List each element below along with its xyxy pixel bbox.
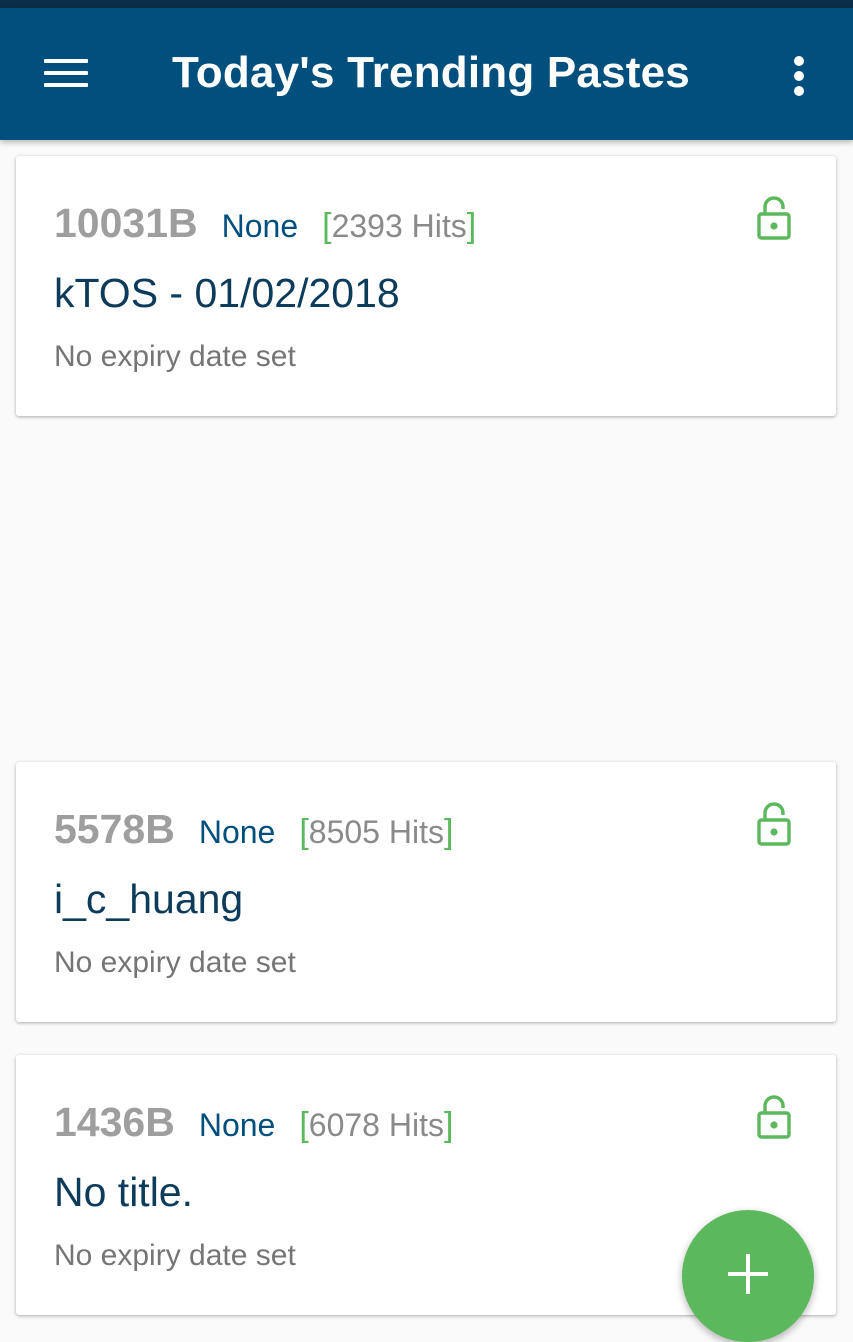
more-vert-icon[interactable] <box>784 52 816 102</box>
paste-hits: 8505 Hits <box>308 814 444 850</box>
plus-icon-stroke <box>746 1254 750 1294</box>
add-paste-button[interactable] <box>682 1210 814 1342</box>
paste-meta-row: 5578B None [8505 Hits] <box>54 806 453 856</box>
app-bar: Today's Trending Pastes <box>0 8 853 140</box>
paste-expiry: No expiry date set <box>54 1239 296 1272</box>
unlocked-padlock-icon <box>757 1095 791 1139</box>
paste-syntax: None <box>198 1107 276 1143</box>
unlocked-padlock-icon <box>757 196 791 240</box>
paste-title: No title. <box>54 1169 193 1215</box>
paste-size: 1436B <box>54 1099 175 1145</box>
paste-meta-row: 10031B None [2393 Hits] <box>54 200 476 250</box>
hits-bracket-open: [ <box>299 813 309 851</box>
paste-expiry: No expiry date set <box>54 340 296 373</box>
paste-size: 10031B <box>54 200 198 246</box>
hits-bracket-open: [ <box>299 1106 309 1144</box>
hits-bracket-close: ] <box>466 207 477 245</box>
paste-hits: 2393 Hits <box>331 208 467 244</box>
paste-syntax: None <box>198 814 276 850</box>
paste-title: kTOS - 01/02/2018 <box>54 270 400 316</box>
paste-card[interactable]: 10031B None [2393 Hits] kTOS - 01/02/201… <box>16 156 836 416</box>
status-bar <box>0 0 853 8</box>
hits-bracket-close: ] <box>443 1106 454 1144</box>
page-title: Today's Trending Pastes <box>172 48 690 97</box>
paste-size: 5578B <box>54 806 175 852</box>
hamburger-menu-icon[interactable] <box>42 56 90 92</box>
paste-syntax: None <box>221 208 299 244</box>
unlocked-padlock-icon <box>757 802 791 846</box>
paste-title: i_c_huang <box>54 876 244 922</box>
hits-bracket-close: ] <box>443 813 454 851</box>
paste-expiry: No expiry date set <box>54 946 296 979</box>
paste-meta-row: 1436B None [6078 Hits] <box>54 1099 453 1149</box>
paste-card[interactable]: 5578B None [8505 Hits] i_c_huang No expi… <box>16 762 836 1022</box>
hits-bracket-open: [ <box>322 207 332 245</box>
paste-hits: 6078 Hits <box>308 1107 444 1143</box>
